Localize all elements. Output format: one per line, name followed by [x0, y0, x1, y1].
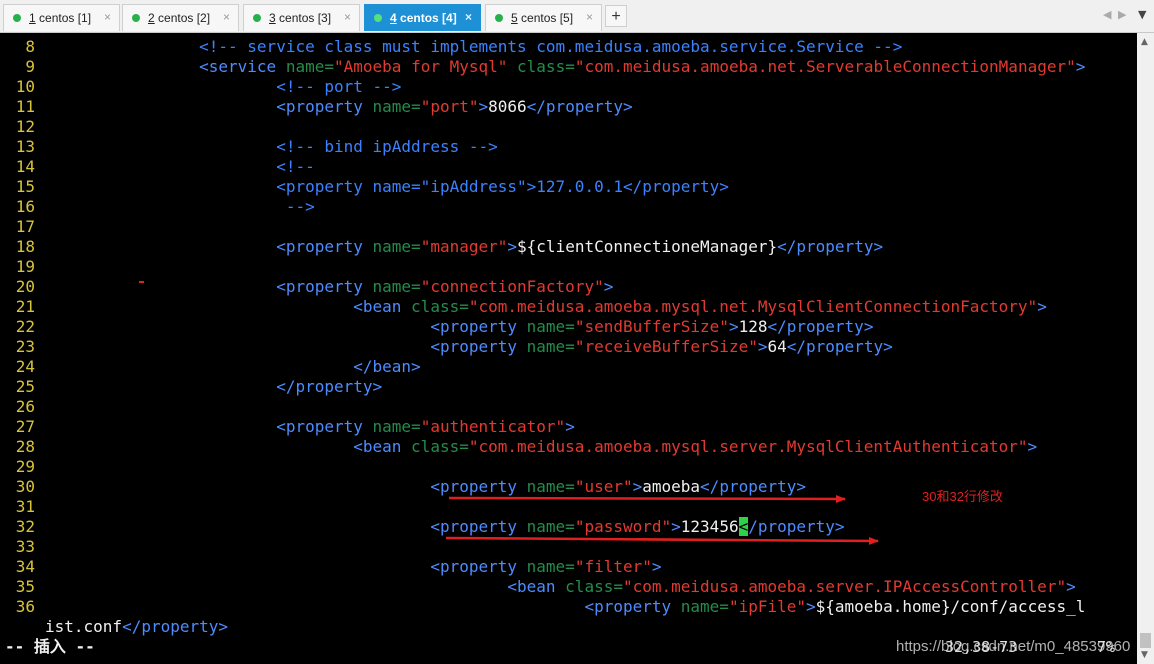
tab-label: 2 centos [2]	[148, 11, 211, 25]
connection-status-icon	[13, 14, 21, 22]
close-tab-icon[interactable]: ×	[465, 10, 472, 24]
connection-status-icon	[374, 14, 382, 22]
scroll-tabs-left-icon[interactable]: ◀	[1103, 8, 1111, 21]
tab-centos-4[interactable]: 4 centos [4] ×	[364, 4, 481, 31]
scroll-down-icon[interactable]: ▼	[1141, 650, 1148, 660]
arrow-line-30	[448, 494, 846, 503]
annotation-arrows	[445, 494, 879, 545]
tab-centos-1[interactable]: 1 centos [1] ×	[3, 4, 120, 31]
close-tab-icon[interactable]: ×	[223, 10, 230, 24]
tab-label: 4 centos [4]	[390, 11, 457, 25]
tab-bar: 1 centos [1] × 2 centos [2] × 3 centos [3] × 4…	[0, 0, 1154, 33]
scroll-tabs-right-icon[interactable]: ▶	[1118, 8, 1126, 21]
close-tab-icon[interactable]: ×	[104, 10, 111, 24]
tab-centos-5[interactable]: 5 centos [5] ×	[485, 4, 602, 31]
tab-centos-3[interactable]: 3 centos [3] ×	[243, 4, 360, 31]
connection-status-icon	[253, 14, 261, 22]
connection-status-icon	[495, 14, 503, 22]
tab-menu-chevron-icon[interactable]: ▼	[1138, 8, 1146, 21]
close-tab-icon[interactable]: ×	[344, 10, 351, 24]
close-tab-icon[interactable]: ×	[586, 10, 593, 24]
arrow-line-32	[445, 536, 879, 545]
tab-label: 1 centos [1]	[29, 11, 92, 25]
terminal-editor[interactable]: 8 <!-- service class must implements com…	[0, 33, 1137, 664]
new-tab-button[interactable]: +	[605, 5, 627, 27]
scroll-up-icon[interactable]: ▲	[1141, 37, 1148, 47]
tab-centos-2[interactable]: 2 centos [2] ×	[122, 4, 239, 31]
tab-label: 3 centos [3]	[269, 11, 332, 25]
scrollbar-thumb[interactable]	[1140, 633, 1151, 648]
vertical-scrollbar[interactable]: ▲ ▼	[1137, 33, 1154, 664]
connection-status-icon	[132, 14, 140, 22]
tab-label: 5 centos [5]	[511, 11, 574, 25]
